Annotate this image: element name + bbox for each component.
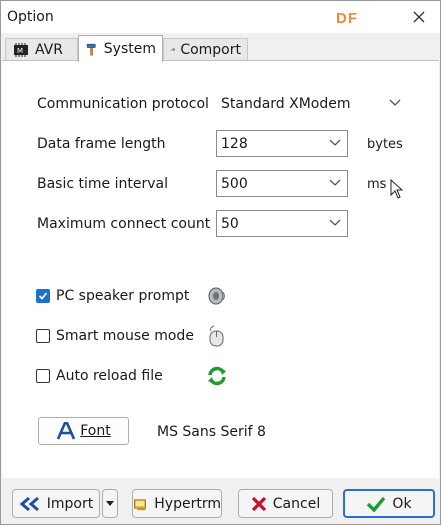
frame-length-select[interactable]: 128 [216,130,348,157]
chevron-down-icon [329,139,341,146]
frame-length-unit: bytes [367,137,403,152]
mouse-icon [209,325,224,347]
cable-icon [170,47,176,51]
time-interval-unit: ms [367,177,387,192]
checkbox-checked[interactable] [36,289,50,303]
auto-reload-checkbox[interactable]: Auto reload file [36,368,163,384]
checkmark-icon [38,292,48,300]
checkmark-icon [367,496,386,512]
tab-avr-label: AVR [35,41,63,58]
hypertrm-button[interactable]: Hypertrm [132,489,222,518]
double-left-arrow-icon [19,496,39,511]
protocol-value: Standard XModem [221,95,351,112]
time-interval-label: Basic time interval [37,176,168,192]
chevron-down-icon [389,99,401,106]
checkbox-unchecked[interactable] [36,369,50,383]
tab-comport-label: Comport [180,41,241,58]
frame-length-label: Data frame length [37,136,166,152]
protocol-label: Communication protocol [37,96,209,112]
import-button[interactable]: Import [12,489,100,518]
import-dropdown-button[interactable] [102,489,118,518]
brand-logo: DF [336,10,358,27]
auto-reload-label: Auto reload file [56,368,163,384]
close-button[interactable] [405,5,433,29]
close-icon [413,11,425,23]
title-bar: Option DF [1,1,440,33]
smart-mouse-checkbox[interactable]: Smart mouse mode [36,328,194,344]
mouse-pointer-icon [390,179,404,199]
time-interval-value: 500 [221,175,248,192]
chevron-down-icon [329,179,341,186]
smart-mouse-label: Smart mouse mode [56,328,194,344]
tab-system-label: System [103,41,156,57]
frame-length-value: 128 [221,135,248,152]
font-button-label: Font [80,423,111,439]
time-interval-select[interactable]: 500 [216,170,348,197]
protocol-select[interactable]: Standard XModem [216,90,408,117]
dropdown-arrow-icon [106,501,114,506]
system-panel [2,60,439,478]
tab-system[interactable]: System [78,35,163,62]
speaker-prompt-label: PC speaker prompt [56,288,190,304]
hammer-icon [86,43,96,56]
speaker-prompt-checkbox[interactable]: PC speaker prompt [36,288,189,304]
cancel-x-icon [251,496,266,511]
option-dialog: Option DF M AVR System Comport Communica… [0,0,441,525]
terminal-icon [134,498,146,510]
cancel-label: Cancel [272,495,321,512]
connect-count-value: 50 [221,215,239,232]
chevron-down-icon [329,219,341,226]
checkbox-unchecked[interactable] [36,329,50,343]
cancel-button[interactable]: Cancel [238,489,333,518]
refresh-icon [208,366,226,386]
connect-count-select[interactable]: 50 [216,210,348,237]
chip-icon: M [14,42,28,57]
import-label: Import [46,495,94,512]
ok-button[interactable]: Ok [343,489,435,518]
current-font: MS Sans Serif 8 [157,424,266,440]
svg-text:M: M [17,47,23,55]
tab-strip: M AVR System Comport [3,35,437,62]
connect-count-label: Maximum connect count [37,216,211,232]
hypertrm-label: Hypertrm [154,495,221,512]
window-title: Option [7,9,54,25]
tab-comport[interactable]: Comport [163,38,248,60]
ok-label: Ok [392,495,412,512]
font-button[interactable]: Font [38,417,129,445]
speaker-icon [208,287,225,305]
font-icon [57,422,76,440]
tab-avr[interactable]: M AVR [5,38,78,60]
